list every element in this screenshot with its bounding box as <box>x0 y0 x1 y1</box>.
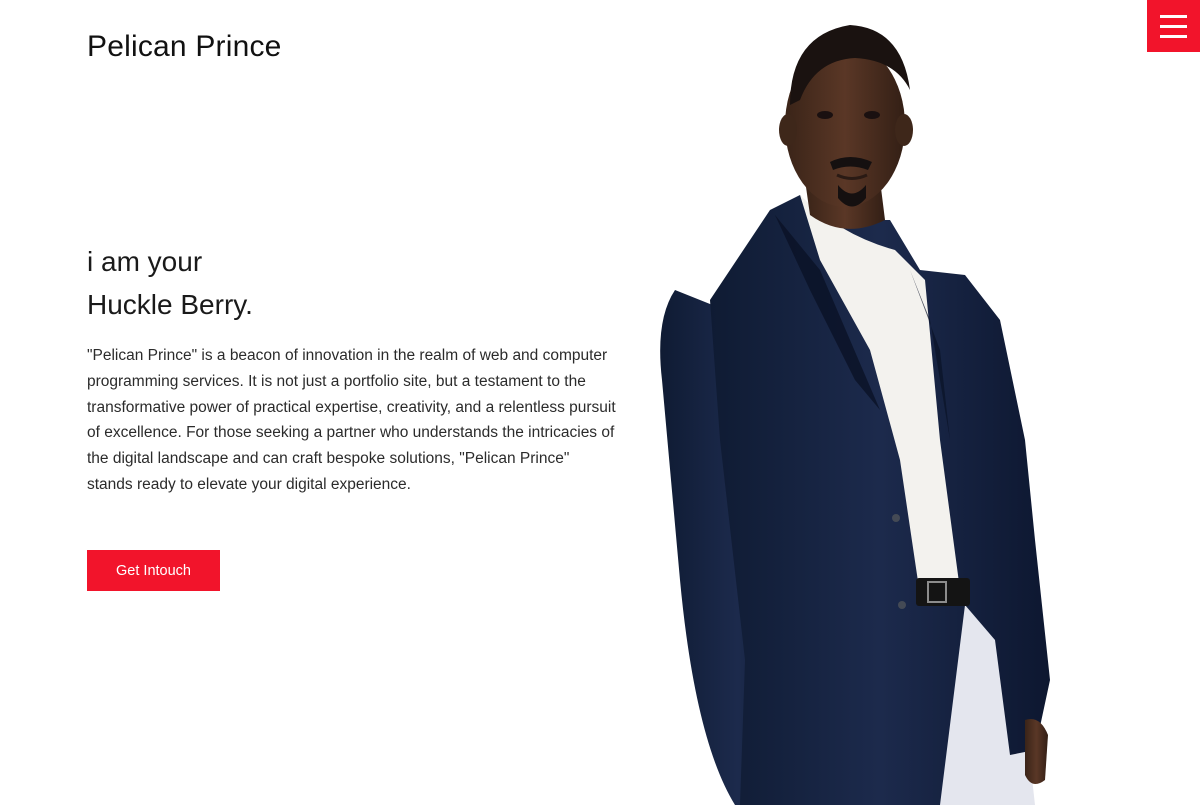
get-intouch-button[interactable]: Get Intouch <box>87 550 220 591</box>
hamburger-menu-icon <box>1160 14 1187 18</box>
hamburger-menu-icon-bar <box>1160 34 1187 38</box>
portrait-photo <box>660 25 1050 805</box>
hamburger-menu-icon-bar <box>1160 24 1187 28</box>
hero-heading-line1: i am your <box>87 246 203 277</box>
hero-heading: i am your Huckle Berry. <box>87 240 253 326</box>
hero-heading-line2: Huckle Berry. <box>87 289 253 320</box>
site-logo-text[interactable]: Pelican Prince <box>87 30 282 64</box>
page: Pelican Prince i am your Huckle Berry. "… <box>0 0 1200 805</box>
menu-button[interactable] <box>1147 0 1200 52</box>
hero-description: "Pelican Prince" is a beacon of innovati… <box>87 347 616 493</box>
